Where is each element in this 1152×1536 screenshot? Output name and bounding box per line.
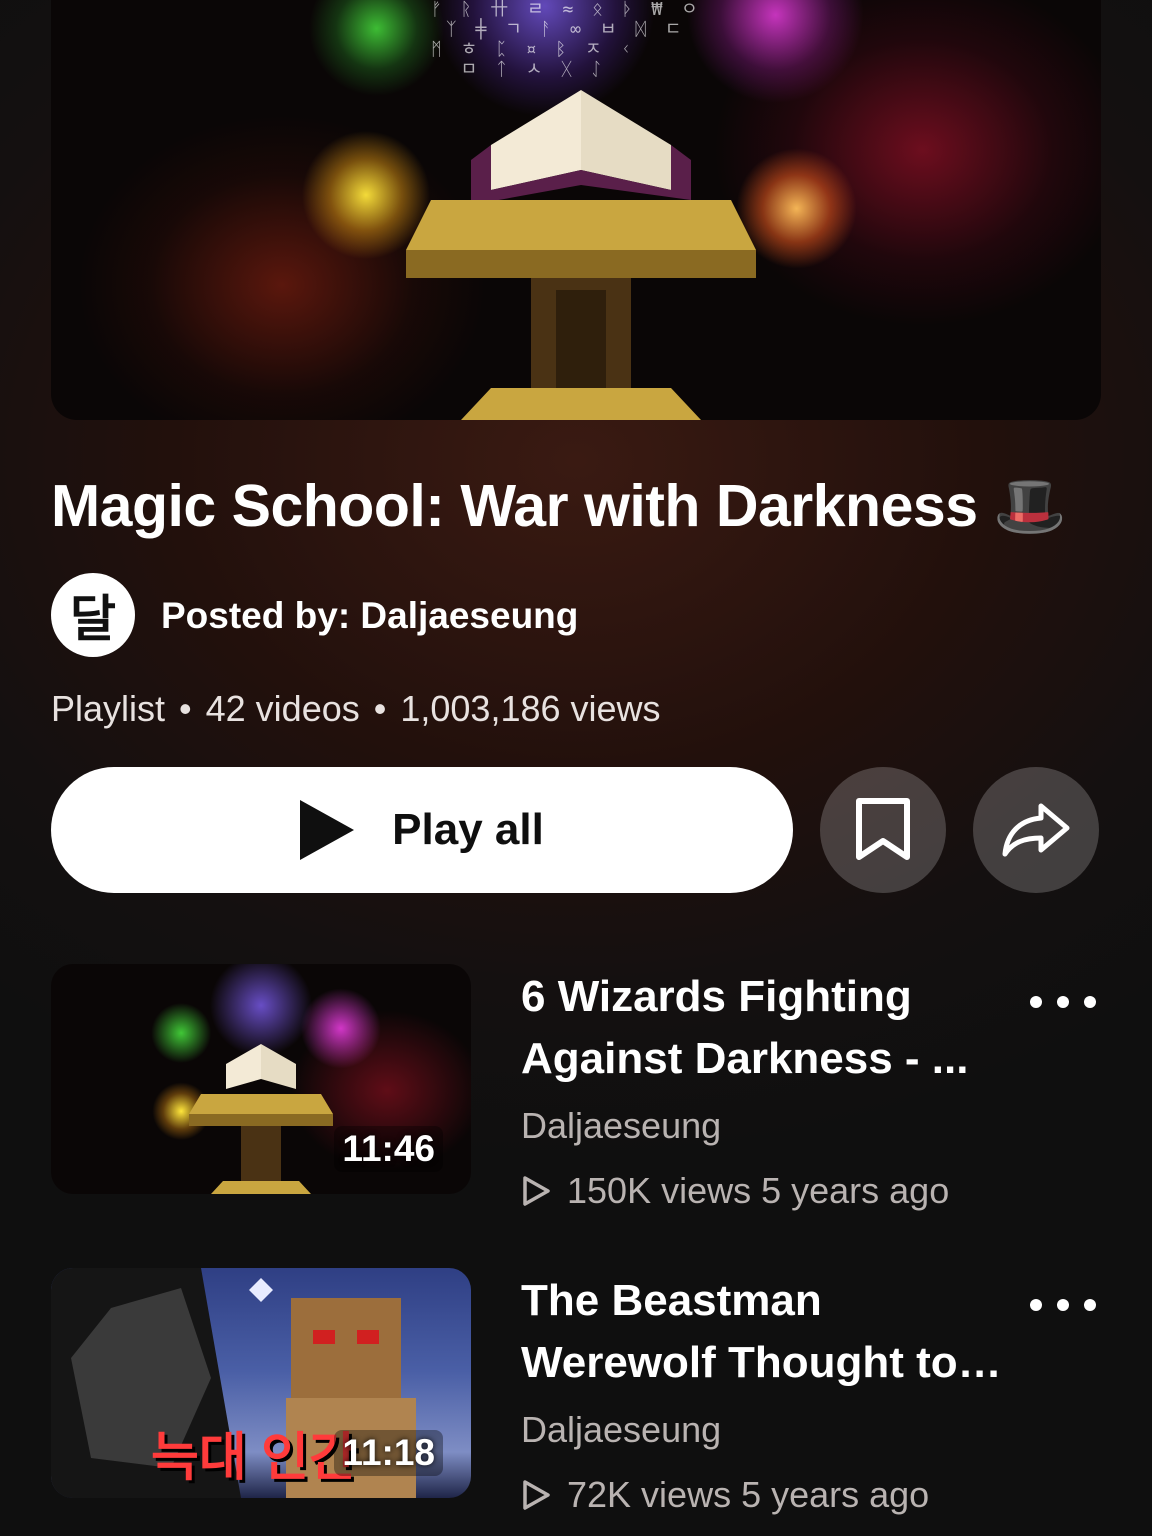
video-stats: 72K views 5 years ago: [521, 1474, 929, 1516]
playlist-title-text: Magic School: War with Darkness: [51, 473, 978, 539]
play-outline-icon: [521, 1175, 551, 1207]
playlist-type: Playlist: [51, 688, 166, 729]
posted-by-label[interactable]: Posted by: Daljaeseung: [161, 595, 578, 637]
play-icon: [300, 800, 355, 860]
play-outline-icon: [521, 1479, 551, 1511]
avatar-text: 달: [70, 590, 116, 648]
playlist-hero-thumbnail[interactable]: ᚠ ᚱ 卄 ㄹ ≈ ᛟ ᚦ ₩ ㅇ ᛉ ╪ ㄱ ᚨ ∞ ㅂ ᛞ ㄷ ᛗ ㅎ ᛈ …: [51, 0, 1101, 420]
meta-separator: •: [373, 688, 387, 729]
dot-icon: [1057, 1299, 1069, 1311]
more-options-icon[interactable]: [1030, 1285, 1096, 1325]
play-all-label: Play all: [392, 805, 544, 854]
lectern-book-illustration: [406, 90, 756, 420]
video-channel[interactable]: Daljaeseung: [521, 1409, 721, 1451]
video-count: 42 videos: [205, 688, 360, 729]
playlist-title: Magic School: War with Darkness 🎩: [51, 472, 1067, 541]
thumbnail-overlay-text: 늑대 인간: [151, 1429, 357, 1487]
bookmark-icon: [856, 798, 910, 860]
video-channel[interactable]: Daljaeseung: [521, 1105, 721, 1147]
dot-icon: [1084, 1299, 1096, 1311]
playlist-meta: Playlist • 42 videos • 1,003,186 views: [51, 688, 661, 730]
video-title[interactable]: The Beastman Werewolf Thought to be Exti…: [521, 1270, 1011, 1394]
dot-icon: [1030, 1299, 1042, 1311]
save-playlist-button[interactable]: [820, 767, 946, 893]
dot-icon: [1057, 996, 1069, 1008]
channel-avatar[interactable]: 달: [51, 573, 135, 657]
dot-icon: [1030, 996, 1042, 1008]
video-thumbnail[interactable]: 늑대 인간 11:18: [51, 1268, 471, 1498]
video-duration: 11:46: [334, 1126, 443, 1172]
share-arrow-icon: [1002, 803, 1070, 857]
video-title[interactable]: 6 Wizards Fighting Against Darkness - ..…: [521, 966, 1011, 1090]
video-views-age: 150K views 5 years ago: [567, 1170, 950, 1211]
more-options-icon[interactable]: [1030, 982, 1096, 1022]
video-stats: 150K views 5 years ago: [521, 1170, 949, 1212]
top-hat-icon: 🎩: [993, 473, 1067, 539]
video-views-age: 72K views 5 years ago: [567, 1474, 930, 1515]
play-all-button[interactable]: Play all: [51, 767, 793, 893]
meta-separator: •: [179, 688, 192, 729]
video-duration: 11:18: [334, 1430, 443, 1476]
dot-icon: [1084, 996, 1096, 1008]
view-count: 1,003,186 views: [400, 688, 661, 729]
video-thumbnail[interactable]: 11:46: [51, 964, 471, 1194]
share-playlist-button[interactable]: [973, 767, 1099, 893]
